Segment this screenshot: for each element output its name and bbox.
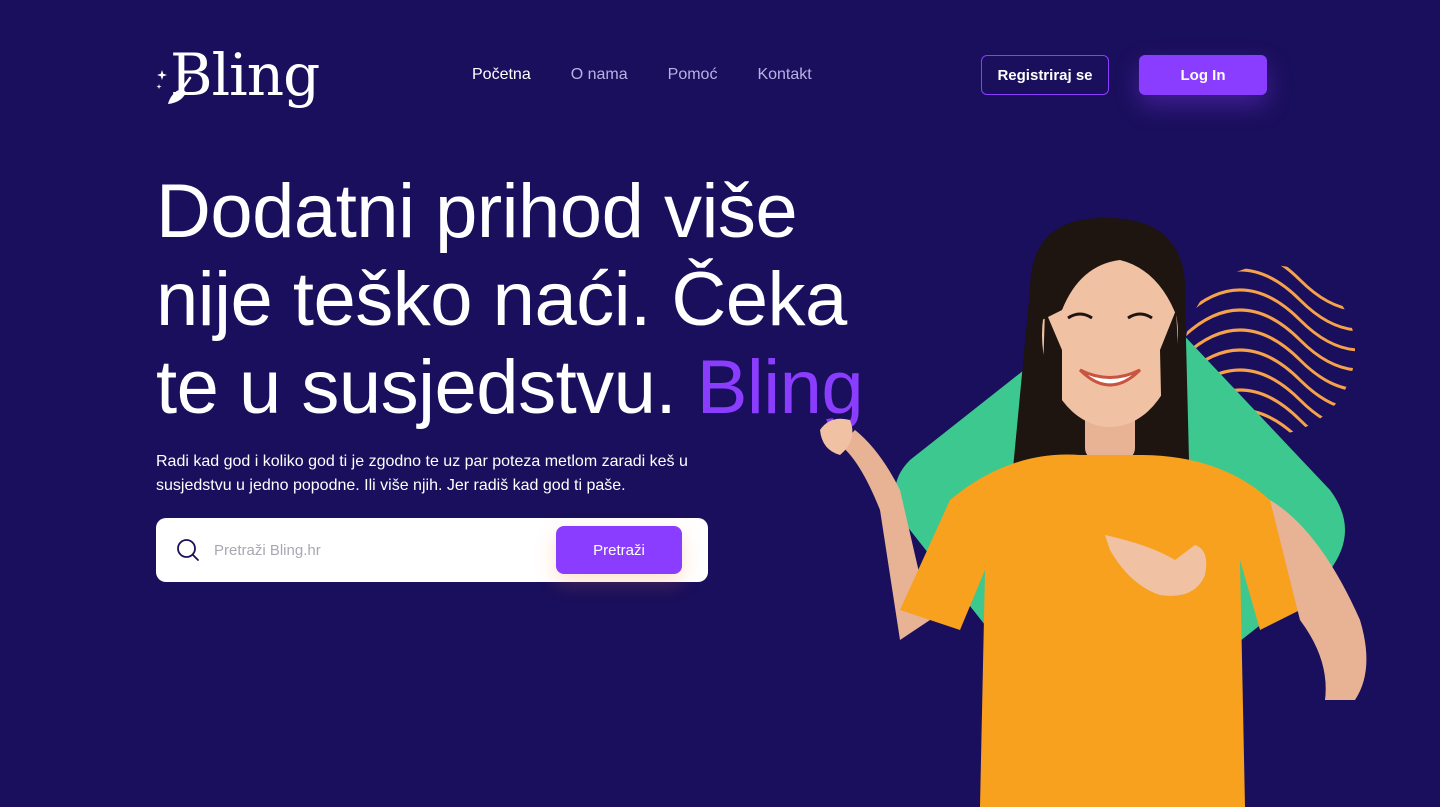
hero-headline: Dodatni prihod više nije teško naći. Ček…	[156, 168, 896, 432]
register-button[interactable]: Registriraj se	[981, 55, 1109, 95]
login-button[interactable]: Log In	[1139, 55, 1267, 95]
nav-item-o-nama[interactable]: O nama	[571, 64, 628, 86]
main-nav: Početna O nama Pomoć Kontakt	[472, 64, 812, 86]
nav-item-pomoc[interactable]: Pomoć	[668, 64, 718, 86]
logo-wordmark: Bling	[170, 41, 320, 109]
hero-subtext: Radi kad god i koliko god ti je zgodno t…	[156, 453, 688, 494]
search-bar: Pretraži	[156, 518, 708, 582]
brand-logo[interactable]: Bling	[156, 40, 326, 110]
hero-illustration	[820, 217, 1367, 807]
nav-item-kontakt[interactable]: Kontakt	[757, 64, 811, 86]
search-button[interactable]: Pretraži	[556, 526, 682, 574]
search-icon	[177, 539, 199, 561]
search-input[interactable]	[214, 534, 534, 566]
nav-item-pocetna[interactable]: Početna	[472, 64, 531, 86]
landing-page: Bling Početna O nama Pomoć Kontakt Regis…	[0, 0, 1440, 807]
